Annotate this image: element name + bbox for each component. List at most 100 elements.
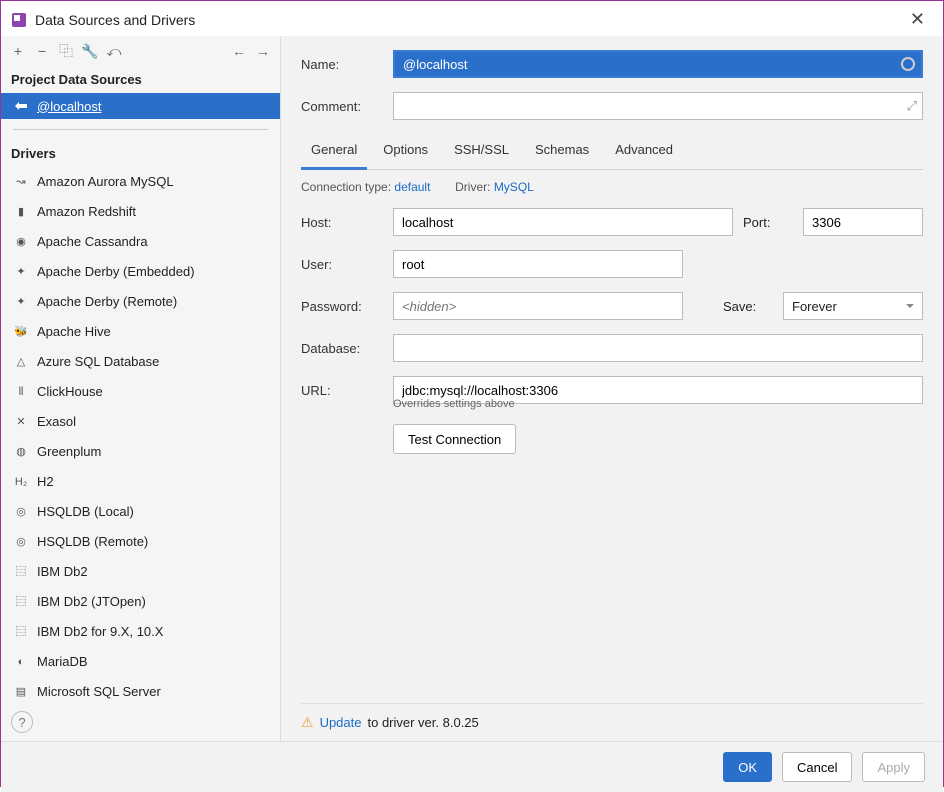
driver-item[interactable]: △ Azure SQL Database [1,347,280,377]
driver-label: Apache Hive [37,321,111,343]
sidebar-toolbar: + − ⿻ 🔧 ⤺ ← → [1,36,280,66]
driver-item[interactable]: H₂H2 [1,467,280,497]
driver-label: HSQLDB (Remote) [37,531,148,553]
driver-item[interactable]: ◎HSQLDB (Local) [1,497,280,527]
close-icon[interactable]: ✕ [904,9,931,30]
add-button[interactable]: + [9,42,27,60]
driver-item[interactable]: ⿳ IBM Db2 for 9.X, 10.X [1,617,280,647]
driver-label: Amazon Aurora MySQL [37,171,174,193]
copy-button[interactable]: ⿻ [57,42,75,60]
driver-label: Greenplum [37,441,101,463]
sidebar: + − ⿻ 🔧 ⤺ ← → Project Data Sources @loca… [1,36,281,741]
driver-label: IBM Db2 [37,561,88,583]
ok-button[interactable]: OK [723,752,772,782]
driver-icon: 🐝 [13,324,29,340]
help-button[interactable]: ? [11,711,33,733]
content-panel: Name: Comment: ⤢ GeneralOptionsSSH/SSLSc… [281,36,943,741]
url-hint: Overrides settings above [393,398,923,410]
driver-item[interactable]: ▮Amazon Redshift [1,197,280,227]
forward-button[interactable]: → [254,42,272,60]
titlebar: Data Sources and Drivers ✕ [1,1,943,36]
driver-item[interactable]: ⦀ ClickHouse [1,377,280,407]
driver-item[interactable]: ⿳ IBM Db2 (JTOpen) [1,587,280,617]
driver-icon: ◐ [13,654,29,670]
apply-button[interactable]: Apply [862,752,925,782]
remove-button[interactable]: − [33,42,51,60]
connection-type-row: Connection type: default Driver: MySQL [301,180,923,194]
tab-schemas[interactable]: Schemas [525,134,599,169]
driver-icon: ◍ [13,444,29,460]
driver-item[interactable]: ◉Apache Cassandra [1,227,280,257]
data-source-label: @localhost [37,99,102,114]
driver-label: Exasol [37,411,76,433]
save-label: Save: [723,299,773,314]
driver-icon: ◉ [13,234,29,250]
driver-item[interactable]: ◎HSQLDB (Remote) [1,527,280,557]
driver-label: MariaDB [37,651,88,673]
host-label: Host: [301,215,383,230]
driver-label: ClickHouse [37,381,103,403]
driver-item[interactable]: ▤Microsoft SQL Server [1,677,280,703]
driver-label: Apache Derby (Remote) [37,291,177,313]
driver-label: Driver: [455,180,490,194]
reset-button[interactable]: ⤺ [105,42,123,60]
driver-item[interactable]: ◍ Greenplum [1,437,280,467]
driver-label: Azure SQL Database [37,351,159,373]
driver-item[interactable]: ✦ Apache Derby (Remote) [1,287,280,317]
host-input[interactable] [393,208,733,236]
driver-item[interactable]: ⿳ IBM Db2 [1,557,280,587]
driver-item[interactable]: ✦Apache Derby (Embedded) [1,257,280,287]
drivers-list[interactable]: ↝Amazon Aurora MySQL▮Amazon Redshift◉Apa… [1,167,280,703]
save-select[interactable]: Forever [783,292,923,320]
password-input[interactable] [393,292,683,320]
driver-label: IBM Db2 (JTOpen) [37,591,146,613]
driver-icon: ⿳ [13,594,29,610]
comment-input[interactable] [393,92,923,120]
update-text: to driver ver. 8.0.25 [367,715,478,730]
tab-options[interactable]: Options [373,134,438,169]
port-input[interactable] [803,208,923,236]
driver-label: IBM Db2 for 9.X, 10.X [37,621,163,643]
divider [13,129,268,130]
settings-icon[interactable]: 🔧 [81,42,99,60]
back-button[interactable]: ← [230,42,248,60]
user-label: User: [301,257,383,272]
driver-icon: ⦀ [13,384,29,400]
connection-type-link[interactable]: default [394,180,430,194]
port-label: Port: [743,215,793,230]
warning-icon: ⚠ [301,714,314,731]
driver-label: Amazon Redshift [37,201,136,223]
driver-icon: ✕ [13,414,29,430]
tab-ssh-ssl[interactable]: SSH/SSL [444,134,519,169]
window-title: Data Sources and Drivers [35,12,904,28]
user-input[interactable] [393,250,683,278]
name-input[interactable] [393,50,923,78]
driver-item[interactable]: ◐ MariaDB [1,647,280,677]
database-input[interactable] [393,334,923,362]
test-connection-button[interactable]: Test Connection [393,424,516,454]
update-link[interactable]: Update [320,715,362,730]
save-select-value: Forever [792,299,837,314]
connection-type-label: Connection type: [301,180,391,194]
driver-icon: ✦ [13,264,29,280]
driver-item[interactable]: 🐝 Apache Hive [1,317,280,347]
app-icon [11,12,27,28]
data-source-item[interactable]: @localhost [1,93,280,119]
name-label: Name: [301,57,383,72]
drivers-header: Drivers [1,140,280,167]
password-label: Password: [301,299,383,314]
tabs-bar: GeneralOptionsSSH/SSLSchemasAdvanced [301,134,923,170]
driver-icon: ⿳ [13,564,29,580]
driver-link[interactable]: MySQL [494,180,534,194]
driver-item[interactable]: ↝Amazon Aurora MySQL [1,167,280,197]
tab-general[interactable]: General [301,134,367,170]
driver-icon: ✦ [13,294,29,310]
url-label: URL: [301,383,383,398]
driver-item[interactable]: ✕ Exasol [1,407,280,437]
tab-advanced[interactable]: Advanced [605,134,683,169]
driver-icon: △ [13,354,29,370]
cancel-button[interactable]: Cancel [782,752,852,782]
database-label: Database: [301,341,383,356]
driver-icon: ⿳ [13,624,29,640]
data-sources-list: @localhost [1,93,280,119]
